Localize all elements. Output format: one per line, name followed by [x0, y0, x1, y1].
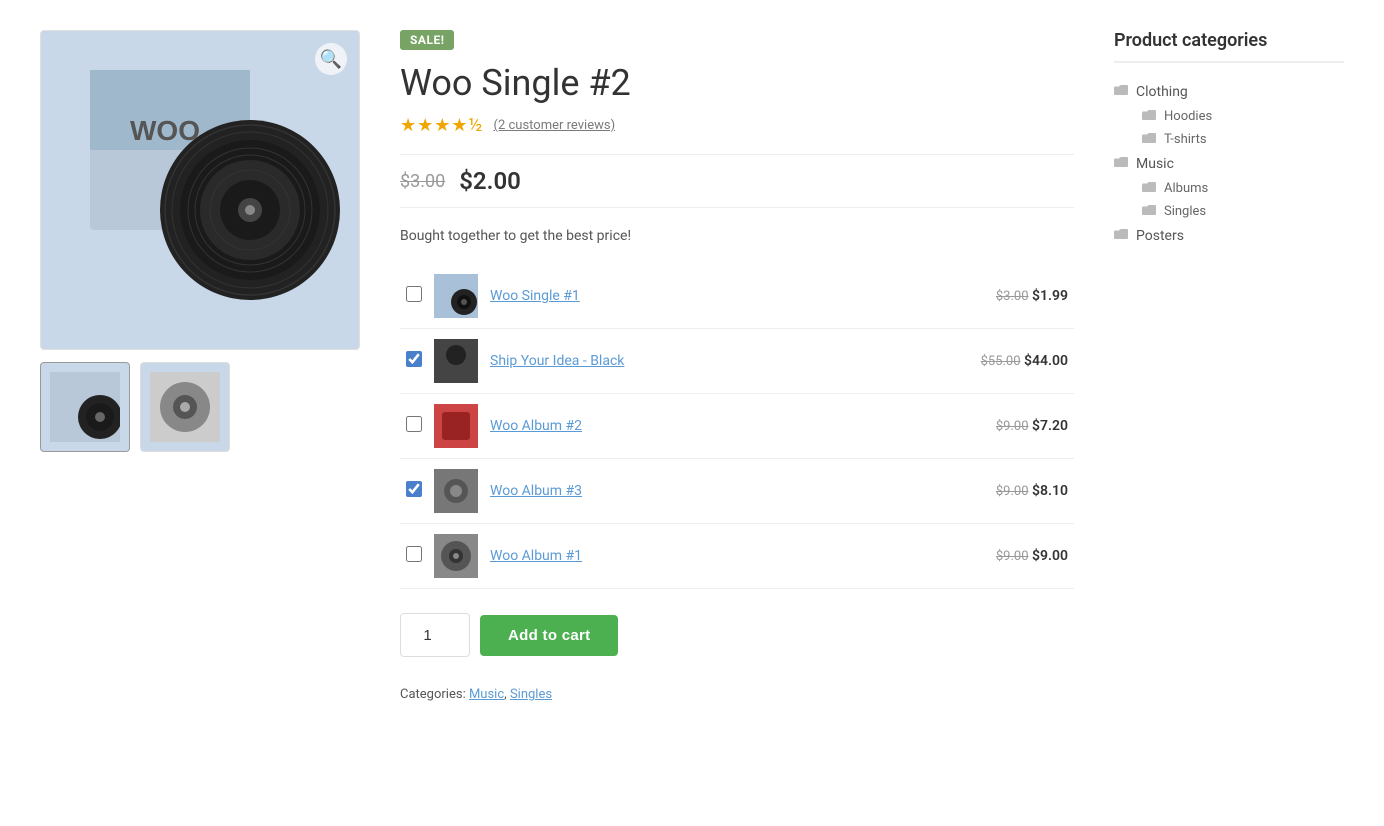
svg-text:WOO: WOO [130, 115, 200, 146]
sub-category-label: Hoodies [1164, 109, 1212, 124]
sub-category-label: Albums [1164, 181, 1208, 196]
bundle-orig-price-woo-album-1: $9.00 [996, 549, 1029, 564]
bundle-name-woo-album-1[interactable]: Woo Album #1 [490, 548, 582, 564]
original-price: $3.00 [400, 171, 445, 192]
bundle-checkbox-woo-single-1[interactable] [406, 286, 422, 302]
bundle-sale-price-woo-album-1: $9.00 [1032, 548, 1068, 564]
sub-folder-icon [1142, 181, 1156, 196]
sidebar-subcategory-t-shirts[interactable]: T-shirts [1142, 128, 1344, 151]
page-wrapper: 🔍 WOO [0, 0, 1384, 732]
bundle-checkbox-woo-album-1[interactable] [406, 546, 422, 562]
category-label: Music [1136, 156, 1174, 172]
rating-row: ★★★★½ (2 customer reviews) [400, 115, 1074, 136]
sale-badge: SALE! [400, 30, 454, 50]
add-to-cart-button[interactable]: Add to cart [480, 615, 618, 656]
bundle-thumb-woo-album-3 [434, 469, 478, 513]
price-row: $3.00 $2.00 [400, 154, 1074, 208]
bundle-orig-price-ship-your-idea: $55.00 [981, 354, 1021, 369]
folder-icon [1114, 84, 1128, 100]
bundle-name-woo-album-2[interactable]: Woo Album #2 [490, 418, 582, 434]
product-images: 🔍 WOO [40, 30, 360, 702]
zoom-icon[interactable]: 🔍 [315, 43, 347, 75]
bundle-orig-price-woo-single-1: $3.00 [996, 289, 1029, 304]
sidebar-title: Product categories [1114, 30, 1344, 63]
bundle-sale-price-ship-your-idea: $44.00 [1024, 353, 1068, 369]
bundle-thumb-woo-single-1 [434, 274, 478, 318]
sub-folder-icon [1142, 109, 1156, 124]
sidebar-category-clothing[interactable]: Clothing [1114, 79, 1344, 105]
category-label: Posters [1136, 228, 1184, 244]
product-tagline: Bought together to get the best price! [400, 228, 1074, 244]
product-image-svg: WOO [60, 50, 340, 330]
bundle-thumb-woo-album-2 [434, 404, 478, 448]
folder-icon [1114, 156, 1128, 172]
main-product-image: 🔍 WOO [40, 30, 360, 350]
bundle-checkbox-woo-album-3[interactable] [406, 481, 422, 497]
sidebar-category-posters[interactable]: Posters [1114, 223, 1344, 249]
categories-label: Categories: [400, 687, 466, 702]
bundle-row: Woo Album #2 $9.00 $7.20 [400, 394, 1074, 459]
bundle-checkbox-woo-album-2[interactable] [406, 416, 422, 432]
category-label: Clothing [1136, 84, 1188, 100]
product-thumbnails [40, 362, 360, 452]
bundle-sale-price-woo-album-3: $8.10 [1032, 483, 1068, 499]
category-link-music[interactable]: Music [469, 687, 504, 702]
bundle-row: Woo Single #1 $3.00 $1.99 [400, 264, 1074, 329]
bundle-row: Woo Album #1 $9.00 $9.00 [400, 524, 1074, 589]
bundle-thumb-woo-album-1 [434, 534, 478, 578]
thumbnail-2[interactable] [140, 362, 230, 452]
bundle-name-woo-single-1[interactable]: Woo Single #1 [490, 288, 580, 304]
product-title: Woo Single #2 [400, 62, 1074, 105]
sub-category-label: T-shirts [1164, 132, 1207, 147]
sub-folder-icon [1142, 204, 1156, 219]
bundle-row: Ship Your Idea - Black $55.00 $44.00 [400, 329, 1074, 394]
bundle-checkbox-ship-your-idea[interactable] [406, 351, 422, 367]
bundle-row: Woo Album #3 $9.00 $8.10 [400, 459, 1074, 524]
bundle-orig-price-woo-album-3: $9.00 [996, 484, 1029, 499]
bundle-sale-price-woo-album-2: $7.20 [1032, 418, 1068, 434]
thumbnail-1[interactable] [40, 362, 130, 452]
sidebar-categories: Clothing Hoodies T-shirts Music Albums S… [1114, 79, 1344, 249]
product-detail: SALE! Woo Single #2 ★★★★½ (2 customer re… [400, 30, 1074, 702]
sale-price: $2.00 [459, 167, 521, 195]
bundle-thumb-ship-your-idea [434, 339, 478, 383]
main-content: 🔍 WOO [40, 30, 1074, 702]
bundle-orig-price-woo-album-2: $9.00 [996, 419, 1029, 434]
bundle-name-woo-album-3[interactable]: Woo Album #3 [490, 483, 582, 499]
review-link[interactable]: (2 customer reviews) [494, 118, 616, 133]
cart-row: Add to cart [400, 613, 1074, 657]
category-link-singles[interactable]: Singles [510, 687, 552, 702]
bundle-name-ship-your-idea[interactable]: Ship Your Idea - Black [490, 353, 624, 369]
sidebar-subcategory-albums[interactable]: Albums [1142, 177, 1344, 200]
categories-row: Categories: Music, Singles [400, 687, 1074, 702]
sidebar-category-music[interactable]: Music [1114, 151, 1344, 177]
sub-category-label: Singles [1164, 204, 1206, 219]
sidebar: Product categories Clothing Hoodies T-sh… [1114, 30, 1344, 702]
quantity-input[interactable] [400, 613, 470, 657]
sidebar-subcategory-hoodies[interactable]: Hoodies [1142, 105, 1344, 128]
sub-folder-icon [1142, 132, 1156, 147]
star-rating: ★★★★½ [400, 115, 484, 136]
folder-icon [1114, 228, 1128, 244]
bundle-table: Woo Single #1 $3.00 $1.99 Ship Your Idea… [400, 264, 1074, 589]
bundle-sale-price-woo-single-1: $1.99 [1032, 288, 1068, 304]
sidebar-subcategory-singles[interactable]: Singles [1142, 200, 1344, 223]
